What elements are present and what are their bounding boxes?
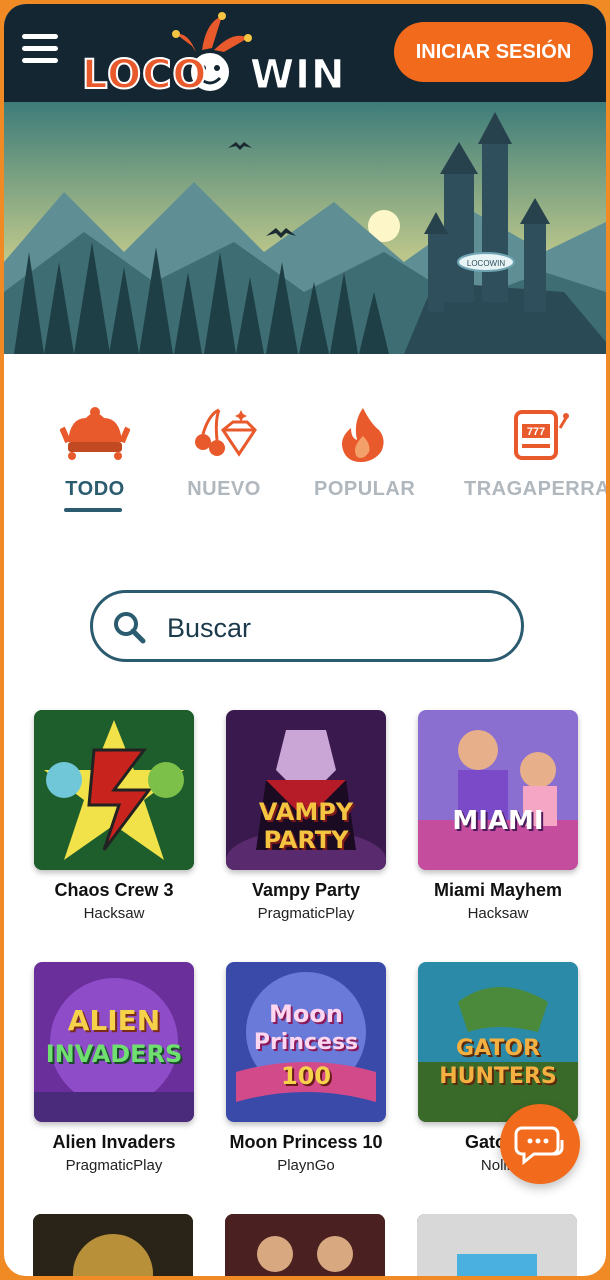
search-icon [114,612,146,644]
active-tab-indicator [64,508,122,512]
search-box[interactable]: Buscar [90,590,524,662]
svg-text:LOCOWIN: LOCOWIN [467,259,505,268]
jester-hat-icon [60,407,130,460]
tab-label-todo: TODO [65,478,125,500]
game-thumbnail[interactable] [34,710,194,870]
game-card[interactable]: Chaos Crew 3 Hacksaw [33,710,195,922]
login-button[interactable]: INICIAR SESIÓN [394,22,593,82]
tab-todo[interactable]: TODO [60,404,130,501]
game-thumbnail[interactable]: Moon Princess 100 [226,962,386,1122]
tab-popular[interactable]: POPULAR [314,404,416,501]
tab-label-tragaperras: TRAGAPERRAS [464,478,610,500]
tab-tragaperras[interactable]: 777 TRAGAPERRAS [464,404,610,501]
game-thumbnail-partial[interactable] [225,1214,385,1276]
game-title: Moon Princess 10 [229,1132,383,1152]
logo-text-win: WIN [249,52,346,99]
chat-button[interactable] [500,1104,580,1184]
game-provider: Hacksaw [467,905,529,922]
game-card[interactable]: ALIEN INVADERS Alien Invaders PragmaticP… [33,962,195,1174]
search-input[interactable]: Buscar [167,613,251,644]
game-title: Chaos Crew 3 [54,880,174,900]
tab-nuevo[interactable]: NUEVO [186,404,262,501]
game-thumbnail-partial[interactable] [33,1214,193,1276]
game-provider: PlaynGo [277,1157,335,1174]
game-thumbnail[interactable]: ALIEN INVADERS [34,962,194,1122]
site-logo[interactable]: LOCO WIN [78,12,345,100]
logo-text-loco: LOCO [81,51,208,99]
game-title: Miami Mayhem [433,880,563,900]
game-thumbnail[interactable]: MIAMI [418,710,578,870]
game-thumbnail[interactable]: VAMPY PARTY [226,710,386,870]
flame-icon [342,408,384,462]
game-provider: PragmaticPlay [65,1157,163,1174]
game-provider: Hacksaw [83,905,145,922]
game-title: Alien Invaders [52,1132,176,1152]
tab-label-popular: POPULAR [314,478,416,500]
game-provider: PragmaticPlay [257,905,355,922]
game-thumbnail[interactable]: GATOR HUNTERS [418,962,578,1122]
top-bar: LOCO WIN INICIAR SESIÓN [4,4,606,102]
hero-banner[interactable]: LOCOWIN [4,102,606,354]
castle-landscape-illustration: LOCOWIN [4,102,606,354]
game-card[interactable]: MIAMI Miami Mayhem Hacksaw [417,710,579,922]
app-frame: LOCO WIN INICIAR SESIÓN LOCOWIN TODO NUE… [0,0,610,1280]
category-tabs: TODO NUEVO POPULAR 777 TRAGAPERRAS [4,404,606,524]
game-card[interactable]: VAMPY PARTY Vampy Party PragmaticPlay [225,710,387,922]
tab-label-nuevo: NUEVO [187,478,261,500]
slot-machine-icon: 777 [514,410,569,460]
chat-bubble-icon [514,1126,564,1166]
svg-text:777: 777 [527,426,545,438]
menu-icon[interactable] [22,34,58,64]
game-thumbnail-partial[interactable] [417,1214,577,1276]
cherries-diamond-icon [195,408,257,457]
game-card[interactable]: Moon Princess 100 Moon Princess 10 Playn… [225,962,387,1174]
game-title: Vampy Party [251,880,361,900]
